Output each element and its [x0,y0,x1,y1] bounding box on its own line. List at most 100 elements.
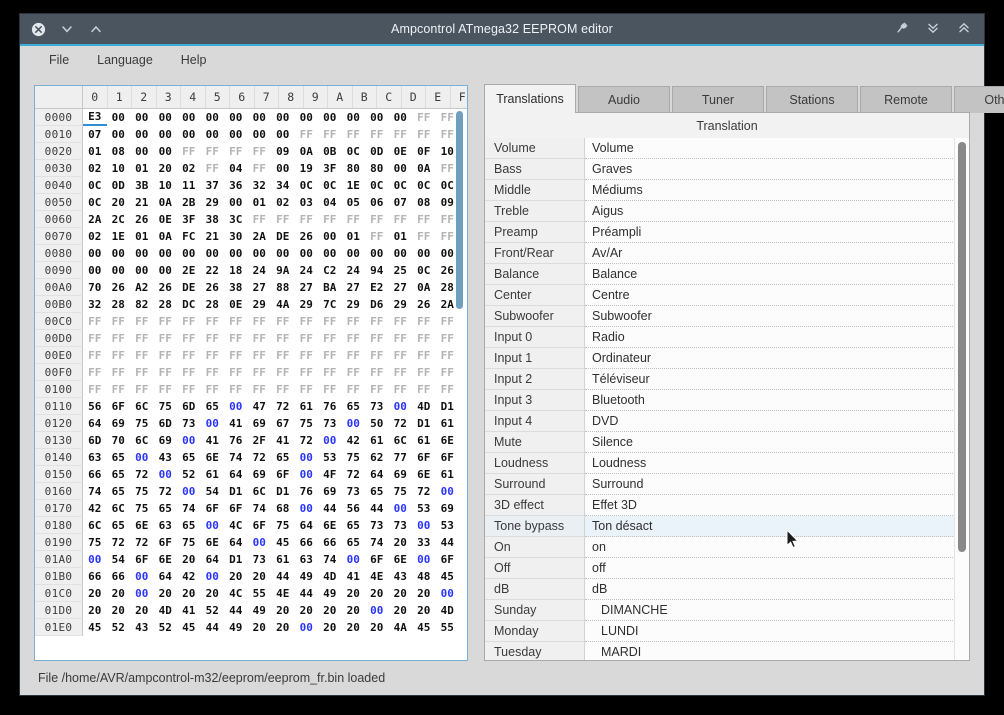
hex-byte[interactable]: 20 [271,602,295,619]
hex-byte[interactable]: 72 [154,483,178,500]
hex-byte[interactable]: 02 [177,160,201,177]
hex-byte[interactable]: E2 [365,279,389,296]
hex-byte[interactable]: 00 [295,245,319,262]
hex-byte[interactable]: 6D [83,432,107,449]
tab-translations[interactable]: Translations [484,84,576,113]
hex-row[interactable]: 00C0 FF FF FF FF FF FF FF FF FF FF FF FF FF FF FF FF [35,313,467,330]
hex-byte[interactable]: FF [389,211,413,228]
hex-byte[interactable]: 0E [389,143,413,160]
hex-byte[interactable]: FF [412,228,436,245]
hex-byte[interactable]: 00 [271,160,295,177]
hex-byte[interactable]: 65 [271,449,295,466]
hex-byte[interactable]: 24 [248,262,272,279]
hex-row[interactable]: 01B0 66 66 00 64 42 00 20 20 44 49 4D 41 4E 43 48 45 [35,568,467,585]
hex-byte[interactable]: 73 [389,517,413,534]
hex-byte[interactable]: FF [342,347,366,364]
hex-byte[interactable]: 77 [389,449,413,466]
hex-byte[interactable]: 61 [365,432,389,449]
hex-byte[interactable]: 6E [130,517,154,534]
hex-byte[interactable]: 32 [83,296,107,313]
hex-byte[interactable]: 20 [318,602,342,619]
hex-byte[interactable]: 6E [154,551,178,568]
hex-byte[interactable]: FF [107,364,131,381]
hex-byte[interactable]: 4F [318,466,342,483]
hex-byte[interactable]: 0C [318,177,342,194]
hex-byte[interactable]: 69 [248,466,272,483]
hex-byte[interactable]: 00 [412,245,436,262]
translation-value[interactable]: off [585,558,969,579]
hex-byte[interactable]: 66 [318,534,342,551]
hex-byte[interactable]: 0C [83,194,107,211]
hex-byte[interactable]: 65 [107,449,131,466]
hex-byte[interactable]: 01 [389,228,413,245]
hex-byte[interactable]: 72 [248,449,272,466]
hex-byte[interactable]: FF [318,313,342,330]
hex-byte[interactable]: 6F [107,398,131,415]
translation-row[interactable]: Balance Balance [485,264,969,285]
hex-byte[interactable]: D1 [271,483,295,500]
hex-byte[interactable]: FF [177,347,201,364]
hex-byte[interactable]: 69 [248,415,272,432]
hex-byte[interactable]: 66 [83,568,107,585]
hex-byte[interactable]: 3F [318,160,342,177]
hex-row[interactable]: 0020 01 08 00 00 FF FF FF FF 09 0A 0B 0C 0D 0E 0F 10 [35,143,467,160]
hex-byte[interactable]: 05 [342,194,366,211]
hex-byte[interactable]: 01 [248,194,272,211]
hex-byte[interactable]: 28 [107,296,131,313]
hex-byte[interactable]: 19 [295,160,319,177]
hex-byte[interactable]: 75 [130,483,154,500]
hex-byte[interactable]: 2F [248,432,272,449]
hex-row[interactable]: 0120 64 69 75 6D 73 00 41 69 67 75 73 00 50 72 D1 61 [35,415,467,432]
chevron-down-icon[interactable] [59,21,75,37]
hex-byte[interactable]: FF [83,381,107,398]
hex-byte[interactable]: 00 [389,398,413,415]
hex-byte[interactable]: 00 [177,483,201,500]
translation-scrollbar[interactable] [954,138,969,660]
hex-byte[interactable]: 63 [295,551,319,568]
hex-byte[interactable]: 00 [248,534,272,551]
translation-row[interactable]: Input 0 Radio [485,327,969,348]
hex-byte[interactable]: D1 [224,551,248,568]
hex-byte[interactable]: FF [389,347,413,364]
hex-byte[interactable]: 00 [342,415,366,432]
hex-byte[interactable]: 09 [271,143,295,160]
hex-byte[interactable]: FF [318,347,342,364]
hex-byte[interactable]: 00 [224,398,248,415]
hex-byte[interactable]: 06 [365,194,389,211]
hex-byte[interactable]: 72 [130,466,154,483]
hex-byte[interactable]: 65 [201,398,225,415]
hex-row[interactable]: 0170 42 6C 75 65 74 6F 6F 74 68 00 44 56 44 00 53 69 [35,500,467,517]
translation-table[interactable]: Volume Volume Bass Graves Middle Médiums Trebl… [485,138,969,660]
hex-byte[interactable]: 26 [201,279,225,296]
hex-byte[interactable]: 24 [295,262,319,279]
hex-byte[interactable]: 00 [248,245,272,262]
hex-byte[interactable]: D6 [365,296,389,313]
hex-byte[interactable]: 00 [201,126,225,143]
hex-byte[interactable]: 6E [412,466,436,483]
hex-byte[interactable]: 65 [342,534,366,551]
hex-byte[interactable]: FF [83,364,107,381]
translation-value[interactable]: Bluetooth [585,390,969,411]
translation-value[interactable]: Silence [585,432,969,453]
hex-byte[interactable]: 20 [248,568,272,585]
hex-byte[interactable]: 21 [130,194,154,211]
hex-byte[interactable]: 6E [201,449,225,466]
hex-byte[interactable]: 26 [107,279,131,296]
hex-byte[interactable]: 29 [295,296,319,313]
hex-byte[interactable]: 20 [342,602,366,619]
translation-value[interactable]: LUNDI [585,621,969,642]
hex-byte[interactable]: 75 [342,449,366,466]
hex-byte[interactable]: FF [130,347,154,364]
hex-byte[interactable]: 29 [342,296,366,313]
hex-byte[interactable]: 53 [412,500,436,517]
hex-byte[interactable]: 20 [130,602,154,619]
translation-value[interactable]: dB [585,579,969,600]
hex-byte[interactable]: FF [365,228,389,245]
translation-row[interactable]: Surround Surround [485,474,969,495]
hex-byte[interactable]: 73 [318,415,342,432]
hex-scrollbar[interactable] [454,109,465,658]
hex-byte[interactable]: FF [342,126,366,143]
hex-byte[interactable]: 48 [412,568,436,585]
hex-byte[interactable]: 26 [154,279,178,296]
hex-byte[interactable]: 75 [389,483,413,500]
